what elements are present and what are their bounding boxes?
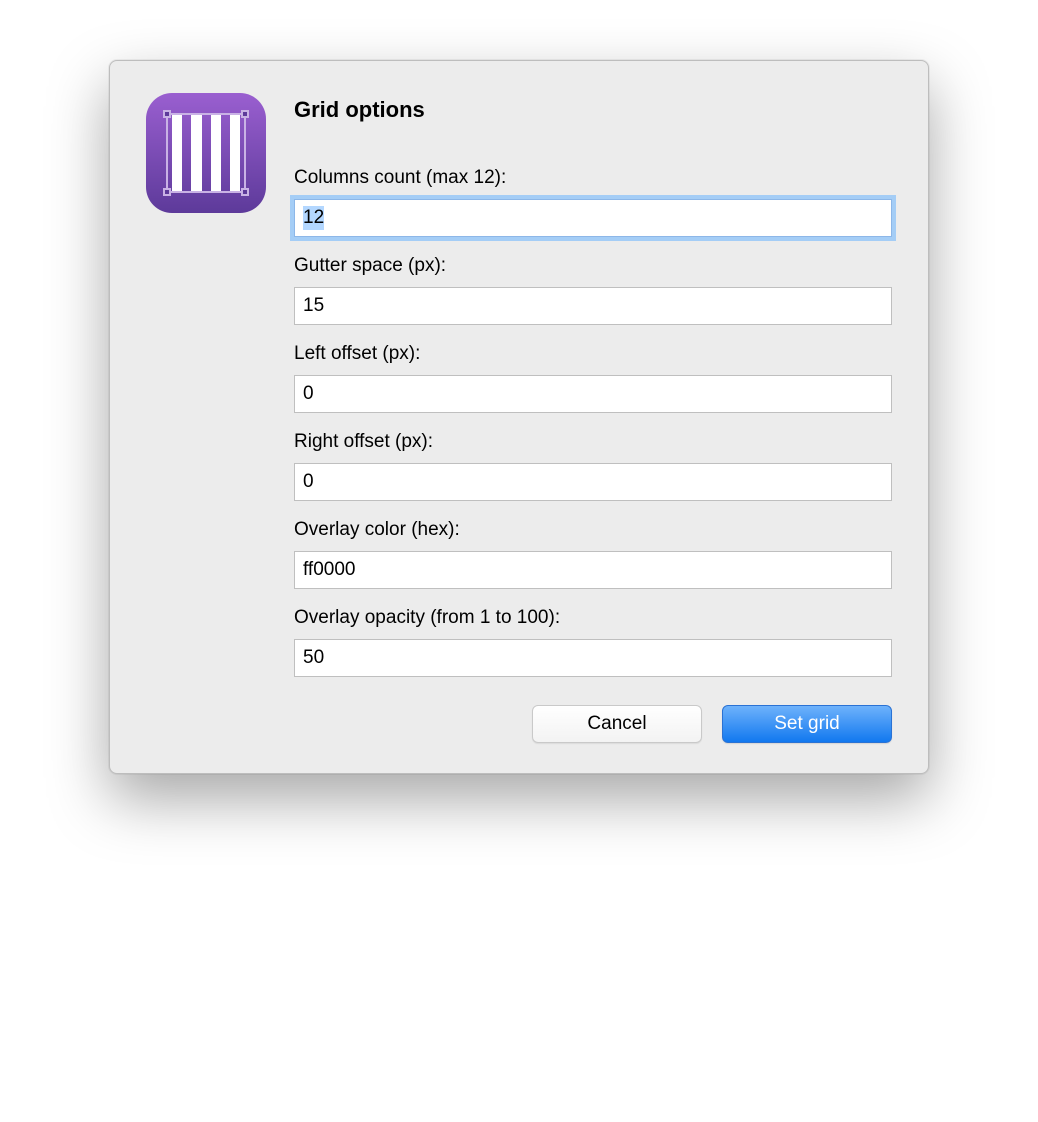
field-columns: Columns count (max 12): 12: [294, 167, 892, 237]
columns-input[interactable]: 12: [294, 199, 892, 237]
overlay-opacity-input[interactable]: [294, 639, 892, 677]
dialog-button-row: Cancel Set grid: [294, 705, 892, 743]
cancel-button[interactable]: Cancel: [532, 705, 702, 743]
field-overlay-color: Overlay color (hex):: [294, 519, 892, 589]
dialog-content: Grid options Columns count (max 12): 12 …: [294, 93, 892, 743]
gutter-label: Gutter space (px):: [294, 255, 892, 277]
left-offset-input[interactable]: [294, 375, 892, 413]
right-offset-label: Right offset (px):: [294, 431, 892, 453]
field-gutter: Gutter space (px):: [294, 255, 892, 325]
columns-label: Columns count (max 12):: [294, 167, 892, 189]
grid-options-dialog: Grid options Columns count (max 12): 12 …: [109, 60, 929, 774]
overlay-color-input[interactable]: [294, 551, 892, 589]
dialog-title: Grid options: [294, 97, 892, 123]
field-left-offset: Left offset (px):: [294, 343, 892, 413]
right-offset-input[interactable]: [294, 463, 892, 501]
field-right-offset: Right offset (px):: [294, 431, 892, 501]
left-offset-label: Left offset (px):: [294, 343, 892, 365]
field-overlay-opacity: Overlay opacity (from 1 to 100):: [294, 607, 892, 677]
grid-columns-icon: [168, 115, 244, 191]
set-grid-button[interactable]: Set grid: [722, 705, 892, 743]
dialog-header-row: Grid options Columns count (max 12): 12 …: [146, 93, 892, 743]
columns-value: 12: [303, 206, 324, 230]
gutter-input[interactable]: [294, 287, 892, 325]
overlay-color-label: Overlay color (hex):: [294, 519, 892, 541]
app-icon: [146, 93, 266, 213]
overlay-opacity-label: Overlay opacity (from 1 to 100):: [294, 607, 892, 629]
